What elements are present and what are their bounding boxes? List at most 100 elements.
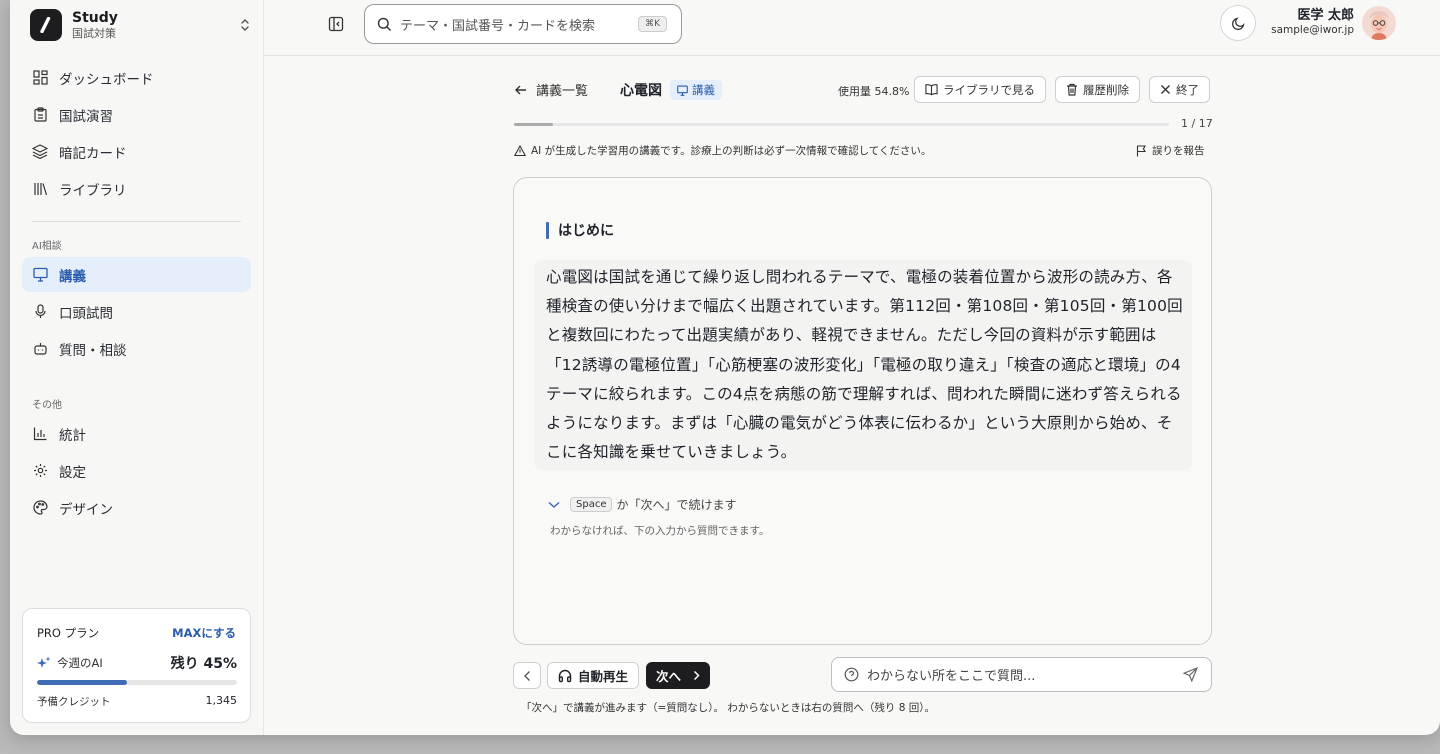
search-placeholder: テーマ・国試番号・カードを検索 [400,18,596,34]
presentation-icon [677,85,688,96]
continue-text: か「次へ」で続けます [616,498,737,512]
workspace-switcher[interactable]: Study 国試対策 [30,8,252,42]
send-icon [1182,667,1198,682]
close-icon [1160,84,1171,95]
disclaimer-text: AI が生成した学習用の講義です。診療上の判断は必ず一次情報で確認してください。 [531,145,932,157]
book-open-icon [925,83,938,96]
previous-button[interactable] [513,662,541,689]
flag-icon [1136,144,1147,157]
button-label: 自動再生 [578,669,629,684]
nav-item-design[interactable]: デザイン [22,490,251,525]
nav-section-ai: AI相談 [32,241,62,252]
lecture-progress-fill [514,123,553,126]
chevron-right-icon [693,670,700,681]
section-heading: はじめに [546,220,614,240]
nav-item-lecture[interactable]: 講義 [22,257,251,292]
clear-history-button[interactable]: 履歴削除 [1055,76,1140,103]
nav-label: 国試演習 [59,108,113,125]
app-window: Study 国試対策 ダッシュボード 国試演習 暗記カード ライブラリ AI相談… [10,0,1440,735]
continue-subtext: わからなければ、下の入力から質問できます。 [550,525,770,537]
search-shortcut: ⌘K [638,16,667,32]
upgrade-link[interactable]: MAXにする [172,625,236,641]
clipboard-icon [32,107,48,123]
nav-label: ダッシュボード [59,71,154,88]
nav-item-exam-practice[interactable]: 国試演習 [22,97,251,132]
credit-label: 予備クレジット [37,696,111,708]
sparkles-icon [37,656,51,670]
avatar[interactable] [1362,6,1396,40]
nav-label: 口頭試問 [59,305,113,322]
auto-play-button[interactable]: 自動再生 [547,662,640,689]
sidebar-toggle-icon [328,16,344,32]
nav-item-stats[interactable]: 統計 [22,416,251,451]
plan-usage-fill [37,680,127,685]
help-icon [844,667,859,682]
nav-item-oral-exam[interactable]: 口頭試問 [22,294,251,329]
nav-divider [32,221,241,222]
lecture-paragraph: 心電図は国試を通じて繰り返し問われるテーマで、電極の装着位置から波形の読み方、各… [546,268,1183,462]
nav-section-other: その他 [32,400,62,411]
nav-label: 講義 [59,268,86,285]
back-to-lectures-link[interactable]: 講義一覧 [514,80,588,99]
view-in-library-button[interactable]: ライブラリで見る [914,76,1046,103]
credit-value: 1,345 [205,694,238,707]
arrow-left-icon [514,83,528,97]
nav-item-flashcards[interactable]: 暗記カード [22,134,251,169]
chevron-up-down-icon [238,15,252,35]
sidebar: Study 国試対策 ダッシュボード 国試演習 暗記カード ライブラリ AI相談… [10,0,264,735]
button-label: ライブラリで見る [943,82,1035,97]
nav-item-settings[interactable]: 設定 [22,453,251,488]
plan-usage-bar [37,680,237,685]
chevron-left-icon [523,670,531,682]
lecture-card: はじめに 心電図は国試を通じて繰り返し問われるテーマで、電極の装着位置から波形の… [513,177,1212,645]
layers-icon [32,144,48,160]
button-label: 終了 [1176,82,1199,97]
plan-card: PRO プラン MAXにする 今週のAI 残り 45% 予備クレジット 1,34… [22,608,251,723]
nav-item-dashboard[interactable]: ダッシュボード [22,60,251,95]
report-error-link[interactable]: 誤りを報告 [1136,143,1205,158]
user-name: 医学 太郎 [1297,8,1354,23]
plan-title: PRO プラン [37,626,100,640]
nav-label: 質問・相談 [59,342,127,359]
search-input[interactable]: テーマ・国試番号・カードを検索 ⌘K [364,4,682,44]
usage-indicator: 使用量 54.8% [838,85,910,98]
nav-label: ライブラリ [59,182,127,199]
question-input[interactable]: わからない所をここで質問... [831,657,1212,692]
nav-item-consult[interactable]: 質問・相談 [22,331,251,366]
bottom-hint: 「次へ」で講義が進みます（=質問なし）。 わからないときは右の質問へ（残り 8 … [521,702,935,714]
brand-logo [30,9,62,41]
nav-label: 設定 [59,464,86,481]
back-label: 講義一覧 [536,84,589,99]
ai-disclaimer: AI が生成した学習用の講義です。診療上の判断は必ず一次情報で確認してください。 [514,143,931,158]
plan-remaining: 残り 45% [170,656,237,672]
nav-label: デザイン [59,501,113,518]
lecture-progress-bar [514,123,1169,126]
badge-label: 講義 [692,83,715,97]
sidebar-toggle-button[interactable] [326,14,346,34]
send-button[interactable] [1175,660,1205,690]
topbar: テーマ・国試番号・カードを検索 ⌘K 医学 太郎 sample@iwor.jp [264,0,1440,56]
library-icon [32,181,48,197]
question-placeholder: わからない所をここで質問... [867,669,1036,684]
nav-item-library[interactable]: ライブラリ [22,171,251,206]
user-email: sample@iwor.jp [1271,24,1354,36]
end-lecture-button[interactable]: 終了 [1149,76,1210,103]
theme-toggle-button[interactable] [1220,5,1256,41]
bot-icon [32,341,48,357]
brand-subtitle: 国試対策 [72,27,116,40]
section-heading-text: はじめに [558,223,614,239]
chevron-down-icon[interactable] [548,501,560,509]
trash-icon [1066,83,1078,96]
heading-accent-bar [546,221,549,239]
moon-icon [1231,16,1246,31]
microphone-icon [32,304,48,320]
space-key-hint: Space [570,497,613,512]
progress-counter: 1 / 17 [1181,117,1213,130]
gear-icon [32,463,48,479]
chart-icon [32,426,48,442]
headphones-icon [558,669,572,683]
user-info[interactable]: 医学 太郎 sample@iwor.jp [1264,8,1354,37]
button-label: 次へ [656,669,682,684]
next-button[interactable]: 次へ [646,662,711,689]
brand-name: Study [72,10,118,26]
